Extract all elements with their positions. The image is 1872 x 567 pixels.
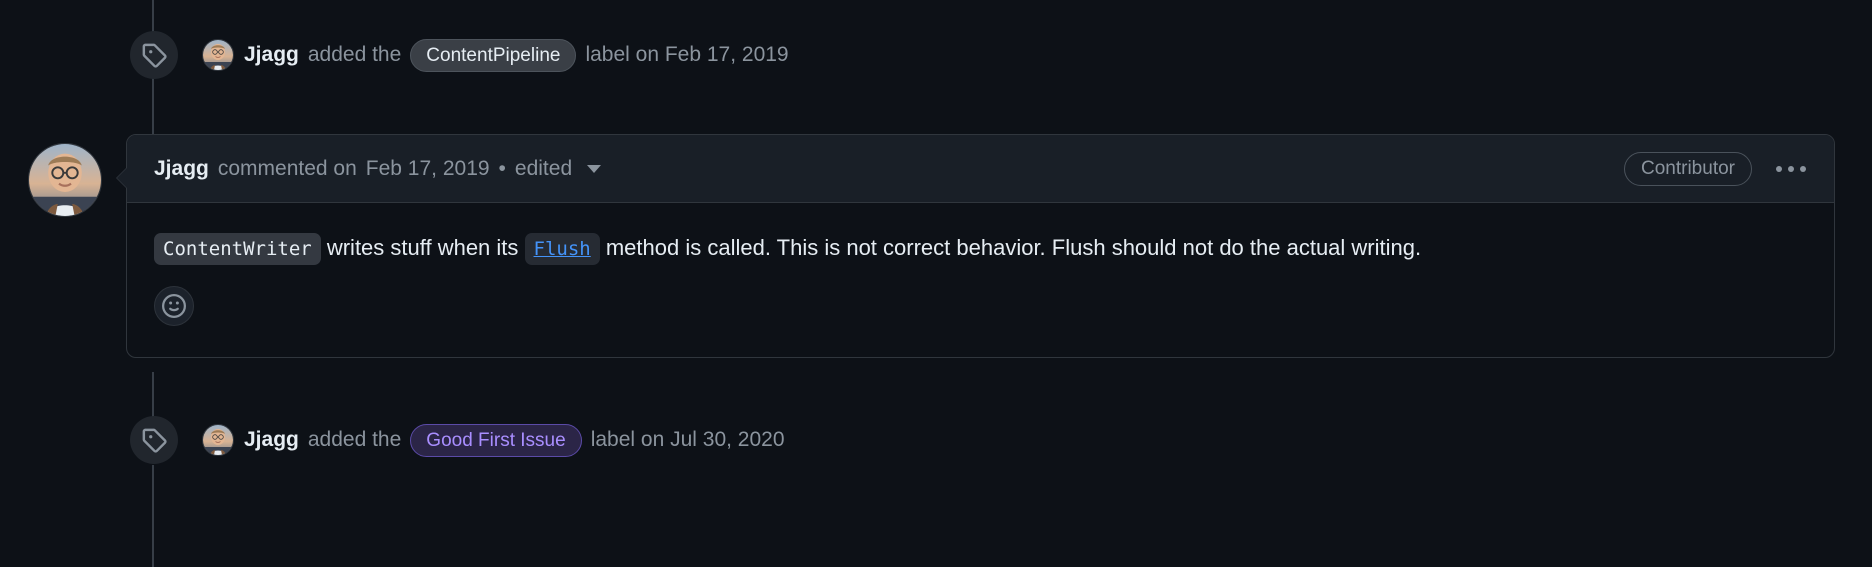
status-badge-contributor[interactable]: Contributor bbox=[1624, 151, 1752, 186]
comment-action: commented on bbox=[217, 156, 357, 180]
label-pill-contentpipeline[interactable]: ContentPipeline bbox=[410, 38, 577, 72]
avatar[interactable] bbox=[202, 39, 234, 71]
comment-header: Jjagg commented on Feb 17, 2019 • edited… bbox=[127, 135, 1834, 203]
timeline-event-label-added: Jjagg added the Good First Issue label o… bbox=[130, 416, 785, 464]
inline-code-contentwriter: ContentWriter bbox=[154, 233, 321, 265]
comment-author[interactable]: Jjagg bbox=[154, 157, 209, 181]
chevron-down-icon[interactable] bbox=[587, 164, 602, 173]
inline-code-flush-link[interactable]: Flush bbox=[524, 233, 600, 265]
comment-header-actions: Contributor bbox=[1624, 151, 1812, 186]
kebab-horizontal-icon[interactable] bbox=[1770, 160, 1812, 178]
timeline-rail bbox=[152, 372, 154, 420]
timeline-event-label-added: Jjagg added the ContentPipeline label on… bbox=[130, 31, 789, 79]
comment-text-part-2: method is called. This is not correct be… bbox=[605, 235, 1422, 260]
edited-label[interactable]: edited bbox=[515, 157, 572, 181]
issue-timeline: Jjagg added the ContentPipeline label on… bbox=[0, 0, 1872, 567]
tag-icon bbox=[130, 416, 178, 464]
event-actor[interactable]: Jjagg bbox=[244, 43, 299, 67]
event-action: added the bbox=[307, 428, 402, 451]
event-text: Jjagg added the ContentPipeline label on… bbox=[244, 38, 789, 72]
comment-body: ContentWriter writes stuff when its Flus… bbox=[127, 203, 1834, 265]
timeline-rail bbox=[152, 465, 154, 567]
add-reaction-button[interactable] bbox=[154, 286, 194, 326]
timeline-rail bbox=[152, 0, 154, 32]
separator-dot: • bbox=[498, 156, 506, 180]
comment-box: Jjagg commented on Feb 17, 2019 • edited… bbox=[116, 134, 1835, 358]
comment-text-part-1: writes stuff when its bbox=[326, 235, 519, 260]
event-actor[interactable]: Jjagg bbox=[244, 428, 299, 452]
event-text: Jjagg added the Good First Issue label o… bbox=[244, 423, 785, 457]
tag-icon bbox=[130, 31, 178, 79]
avatar[interactable] bbox=[28, 143, 102, 217]
comment-byline: Jjagg commented on Feb 17, 2019 • edited bbox=[154, 156, 602, 181]
comment-date[interactable]: Feb 17, 2019 bbox=[366, 157, 490, 181]
avatar[interactable] bbox=[202, 424, 234, 456]
event-action: added the bbox=[307, 43, 402, 66]
event-suffix: label on Feb 17, 2019 bbox=[585, 43, 789, 66]
event-suffix: label on Jul 30, 2020 bbox=[590, 428, 785, 451]
label-pill-good-first-issue[interactable]: Good First Issue bbox=[410, 423, 582, 457]
